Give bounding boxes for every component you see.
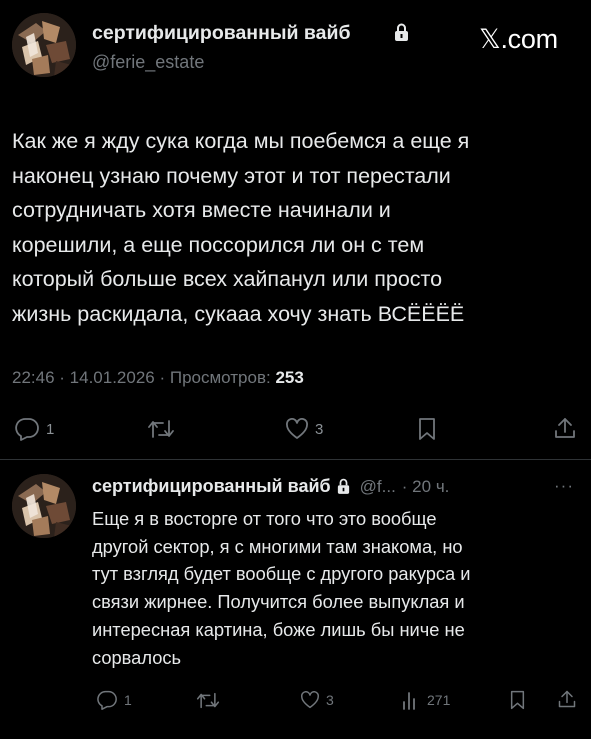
lock-icon	[394, 23, 409, 47]
like-button[interactable]: 3	[300, 691, 334, 709]
x-com-logo: 𝕏.com	[479, 24, 558, 54]
retweet-button[interactable]	[147, 418, 175, 440]
retweet-icon	[196, 692, 220, 709]
bookmark-button[interactable]	[509, 690, 526, 710]
views-count: 271	[427, 692, 451, 708]
share-button[interactable]	[553, 416, 577, 440]
reply-button[interactable]: 1	[96, 690, 132, 710]
tweet-text: Как же я жду сука когда мы поебемся а ещ…	[12, 129, 470, 326]
meta-separator: ·	[54, 368, 70, 387]
user-handle[interactable]: @ferie_estate	[92, 52, 204, 73]
tweet-time[interactable]: 22:46	[12, 368, 55, 387]
bookmark-icon	[510, 690, 525, 710]
lock-icon	[337, 478, 350, 495]
views-button[interactable]: 271	[401, 690, 450, 710]
reply-text: Еще я в восторге от того что это вообще …	[92, 508, 471, 668]
bookmark-icon	[419, 418, 435, 440]
like-button[interactable]: 3	[285, 418, 323, 440]
avatar[interactable]	[12, 13, 76, 77]
views-label: Просмотров:	[169, 368, 271, 387]
reply-count: 1	[46, 420, 55, 438]
share-button[interactable]	[557, 689, 577, 709]
reply-count: 1	[124, 692, 132, 708]
reply-avatar[interactable]	[12, 474, 76, 538]
heart-icon	[301, 691, 319, 709]
retweet-button[interactable]	[196, 691, 220, 710]
reply-icon	[15, 418, 39, 441]
divider	[0, 459, 591, 460]
share-icon	[555, 418, 575, 438]
reply-header: сертифицированный вайб @f... · 20 ч.	[92, 476, 449, 497]
share-icon	[558, 690, 576, 708]
views-count: 253	[275, 368, 304, 387]
avatar-image	[12, 474, 76, 538]
bookmark-button[interactable]	[417, 417, 437, 441]
tweet-meta: 22:46 · 14.01.2026 · Просмотров: 253	[12, 368, 304, 388]
more-icon[interactable]: ···	[554, 476, 574, 496]
tweet-date[interactable]: 14.01.2026	[70, 368, 155, 387]
avatar-image	[12, 13, 76, 77]
retweet-icon	[148, 420, 174, 438]
reply-icon	[97, 690, 117, 710]
views-icon	[403, 692, 415, 710]
display-name[interactable]: сертифицированный вайб	[92, 22, 351, 45]
heart-icon	[286, 418, 308, 439]
meta-separator: ·	[154, 368, 170, 387]
reply-display-name[interactable]: сертифицированный вайб	[92, 476, 331, 497]
like-count: 3	[315, 420, 324, 438]
reply-time[interactable]: · 20 ч.	[402, 477, 450, 497]
reply-handle[interactable]: @f...	[360, 477, 396, 497]
reply-button[interactable]: 1	[14, 417, 54, 441]
like-count: 3	[326, 692, 334, 708]
